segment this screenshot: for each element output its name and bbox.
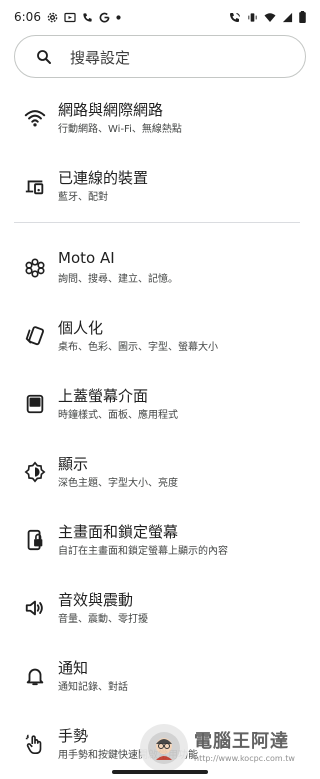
item-title: 顯示 bbox=[58, 455, 89, 473]
devices-icon bbox=[24, 175, 46, 197]
status-bar-left: 6:06 bbox=[14, 10, 121, 24]
wifi-icon bbox=[24, 107, 46, 129]
search-placeholder: 搜尋設定 bbox=[70, 49, 131, 67]
gesture-icon bbox=[24, 733, 46, 755]
settings-item-network[interactable]: 網路與網際網路 行動網路、Wi-Fi、無線熱點 bbox=[0, 84, 320, 152]
watermark-title: 電腦王阿達 bbox=[194, 731, 289, 752]
settings-item-connected-devices[interactable]: 已連線的裝置 藍牙、配對 bbox=[0, 152, 320, 220]
item-title: 手勢 bbox=[58, 727, 89, 745]
settings-item-cover-screen[interactable]: 上蓋螢幕介面 時鐘樣式、面板、應用程式 bbox=[0, 370, 320, 438]
moto-ai-icon bbox=[24, 257, 46, 279]
personalize-icon bbox=[24, 325, 46, 347]
item-title: 音效與震動 bbox=[58, 591, 134, 609]
vibrate-icon bbox=[247, 12, 258, 23]
item-subtitle: 自訂在主畫面和鎖定螢幕上顯示的內容 bbox=[58, 546, 228, 557]
item-title: 已連線的裝置 bbox=[58, 169, 149, 187]
google-g-icon bbox=[99, 12, 110, 23]
item-subtitle: 桌布、色彩、圖示、字型、螢幕大小 bbox=[58, 342, 218, 353]
watermark-text: 電腦王阿達 http://www.kocpc.com.tw bbox=[194, 733, 295, 763]
item-subtitle: 詢問、搜尋、建立、記憶。 bbox=[58, 274, 178, 285]
watermark-url: http://www.kocpc.com.tw bbox=[194, 754, 295, 763]
item-subtitle: 深色主題、字型大小、亮度 bbox=[58, 478, 178, 489]
signal-icon bbox=[282, 12, 293, 23]
item-title: 通知 bbox=[58, 659, 89, 677]
item-subtitle: 音量、震動、零打擾 bbox=[58, 614, 148, 625]
status-bar-right bbox=[229, 11, 306, 23]
item-title: 主畫面和鎖定螢幕 bbox=[58, 523, 179, 541]
item-title: 上蓋螢幕介面 bbox=[58, 387, 149, 405]
item-subtitle: 時鐘樣式、面板、應用程式 bbox=[58, 410, 178, 421]
item-title: 個人化 bbox=[58, 319, 104, 337]
search-bar[interactable]: 搜尋設定 bbox=[14, 35, 306, 78]
navigation-handle[interactable] bbox=[112, 770, 208, 774]
sound-icon bbox=[24, 597, 46, 619]
settings-item-sound[interactable]: 音效與震動 音量、震動、零打擾 bbox=[0, 574, 320, 642]
settings-icon bbox=[47, 12, 58, 23]
item-subtitle: 行動網路、Wi-Fi、無線熱點 bbox=[58, 124, 182, 135]
section-divider bbox=[14, 222, 300, 223]
item-subtitle: 藍牙、配對 bbox=[58, 192, 108, 203]
settings-item-lock-screen[interactable]: 主畫面和鎖定螢幕 自訂在主畫面和鎖定螢幕上顯示的內容 bbox=[0, 506, 320, 574]
settings-item-notifications[interactable]: 通知 通知記錄、對話 bbox=[0, 642, 320, 710]
phone-icon bbox=[82, 12, 93, 23]
status-bar: 6:06 bbox=[0, 0, 320, 34]
lock-screen-icon bbox=[24, 529, 46, 551]
bell-icon bbox=[24, 665, 46, 687]
settings-item-display[interactable]: 顯示 深色主題、字型大小、亮度 bbox=[0, 438, 320, 506]
settings-item-moto-ai[interactable]: Moto AI 詢問、搜尋、建立、記憶。 bbox=[0, 234, 320, 302]
wifi-icon bbox=[264, 12, 276, 23]
cover-screen-icon bbox=[24, 393, 46, 415]
item-title: 網路與網際網路 bbox=[58, 101, 164, 119]
settings-item-personalize[interactable]: 個人化 桌布、色彩、圖示、字型、螢幕大小 bbox=[0, 302, 320, 370]
search-icon bbox=[35, 48, 53, 70]
wifi-calling-icon bbox=[229, 12, 241, 23]
item-subtitle: 通知記錄、對話 bbox=[58, 682, 128, 693]
dot-icon bbox=[116, 14, 121, 20]
item-title: Moto AI bbox=[58, 249, 115, 267]
media-icon bbox=[64, 12, 76, 23]
battery-icon bbox=[299, 11, 306, 23]
watermark: 電腦王阿達 http://www.kocpc.com.tw bbox=[140, 721, 316, 775]
status-time: 6:06 bbox=[14, 10, 41, 24]
watermark-logo-icon bbox=[140, 724, 188, 772]
display-icon bbox=[24, 461, 46, 483]
